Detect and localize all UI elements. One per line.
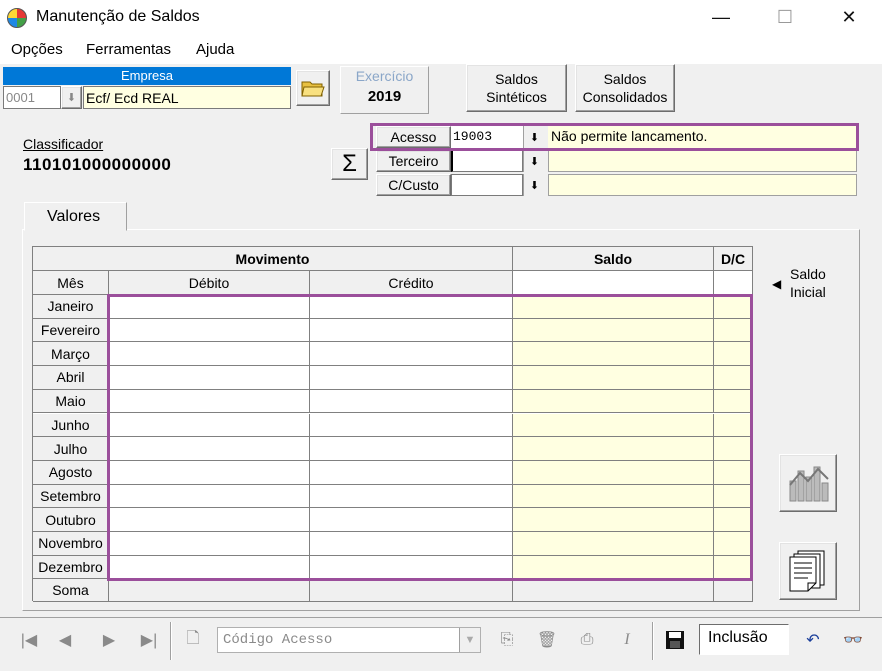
sigma-button[interactable]: Σ [331, 148, 368, 180]
month-label: Janeiro [33, 295, 109, 319]
ccusto-field[interactable] [451, 174, 523, 196]
open-folder-button[interactable] [296, 70, 330, 106]
month-label: Dezembro [33, 555, 109, 580]
month-label: Setembro [33, 484, 109, 509]
empresa-dropdown-icon[interactable]: ⬇ [61, 86, 82, 109]
previous-record-icon[interactable]: ◀ [48, 624, 82, 656]
report-button[interactable] [779, 542, 837, 600]
last-record-icon[interactable]: ▶| [132, 624, 166, 656]
mode-indicator: Inclusão [699, 624, 789, 655]
empresa-code-field[interactable]: 0001 [3, 86, 61, 109]
header-saldo: Saldo [513, 247, 714, 271]
saldos-grid: Movimento Saldo D/C Mês Débito Crédito Janeiro… [32, 246, 753, 602]
search-combo[interactable]: Código Acesso [217, 627, 481, 653]
soma-dc [714, 579, 753, 602]
chart-button[interactable] [779, 454, 837, 512]
ccusto-description [548, 174, 857, 196]
acesso-highlight [370, 123, 859, 151]
tab-valores[interactable]: Valores [24, 202, 127, 231]
print-icon[interactable]: ⎙ [570, 624, 604, 656]
floppy-icon [666, 631, 684, 649]
month-label: Julho [33, 437, 109, 461]
save-icon[interactable] [658, 624, 692, 656]
delete-icon[interactable]: 🗑 [530, 624, 564, 656]
month-label: Maio [33, 389, 109, 414]
terceiro-description [548, 150, 857, 172]
italic-icon[interactable]: I [610, 624, 644, 656]
values-highlight [107, 294, 753, 582]
saldos-consolidados-button[interactable]: Saldos Consolidados [575, 64, 675, 112]
ccusto-dropdown-icon[interactable]: ⬇ [523, 174, 545, 196]
header-dc: D/C [714, 247, 753, 271]
month-label: Março [33, 342, 109, 367]
dc-inicial-cell[interactable] [714, 271, 753, 295]
saldo-inicial-line1: Saldo [790, 266, 826, 282]
classificador-label: Classificador [23, 136, 104, 152]
toolbar-separator [652, 622, 654, 660]
empresa-name-field: Ecf/ Ecd REAL [83, 86, 291, 109]
saldo-inicial-cell[interactable] [513, 271, 714, 295]
header-credito: Crédito [310, 271, 513, 295]
app-icon [7, 8, 27, 28]
new-document-icon[interactable]: 🗋 [176, 624, 210, 656]
import-icon[interactable]: ⎘ [490, 624, 524, 656]
search-dropdown-icon[interactable]: ▼ [459, 628, 480, 652]
close-button[interactable]: ✕ [826, 0, 872, 34]
terceiro-field[interactable] [451, 150, 523, 172]
exercicio-label: Exercício [355, 68, 414, 84]
minimize-button[interactable]: — [698, 0, 744, 34]
folder-icon [301, 81, 325, 97]
menu-opcoes[interactable]: Opções [11, 41, 63, 58]
header-debito: Débito [109, 271, 310, 295]
saldo-inicial-line2: Inicial [790, 284, 826, 300]
month-label: Abril [33, 366, 109, 390]
terceiro-label: Terceiro [376, 150, 451, 172]
undo-icon[interactable]: ↶ [796, 624, 830, 656]
binoculars-icon[interactable]: 👓 [836, 624, 870, 656]
soma-saldo [513, 579, 714, 602]
header-mes: Mês [33, 271, 109, 295]
first-record-icon[interactable]: |◀ [12, 624, 46, 656]
saldos-sinteticos-button[interactable]: Saldos Sintéticos [466, 64, 567, 112]
ccusto-label: C/Custo [376, 174, 451, 196]
soma-credito [310, 579, 513, 602]
header-movimento: Movimento [33, 247, 513, 271]
month-label: Junho [33, 413, 109, 438]
window-title: Manutenção de Saldos [36, 8, 200, 25]
bar-chart-icon [789, 466, 829, 502]
empresa-label: Empresa [3, 67, 291, 85]
document-icon [789, 550, 825, 592]
menu-ferramentas[interactable]: Ferramentas [86, 41, 171, 58]
exercicio-value: 2019 [367, 88, 402, 105]
soma-label: Soma [33, 579, 109, 602]
terceiro-dropdown-icon[interactable]: ⬇ [523, 150, 545, 172]
month-label: Agosto [33, 460, 109, 485]
next-record-icon[interactable]: ▶ [92, 624, 126, 656]
saldo-inicial-arrow: ◀ [772, 277, 782, 291]
classificador-value: 110101000000000 [23, 155, 172, 174]
saldo-inicial-label: Saldo Inicial [790, 265, 826, 301]
maximize-button[interactable]: ☐ [762, 0, 808, 34]
menu-ajuda[interactable]: Ajuda [196, 41, 234, 58]
toolbar-separator [170, 622, 172, 660]
month-label: Fevereiro [33, 318, 109, 343]
month-label: Outubro [33, 508, 109, 532]
month-label: Novembro [33, 532, 109, 556]
soma-debito [109, 579, 310, 602]
